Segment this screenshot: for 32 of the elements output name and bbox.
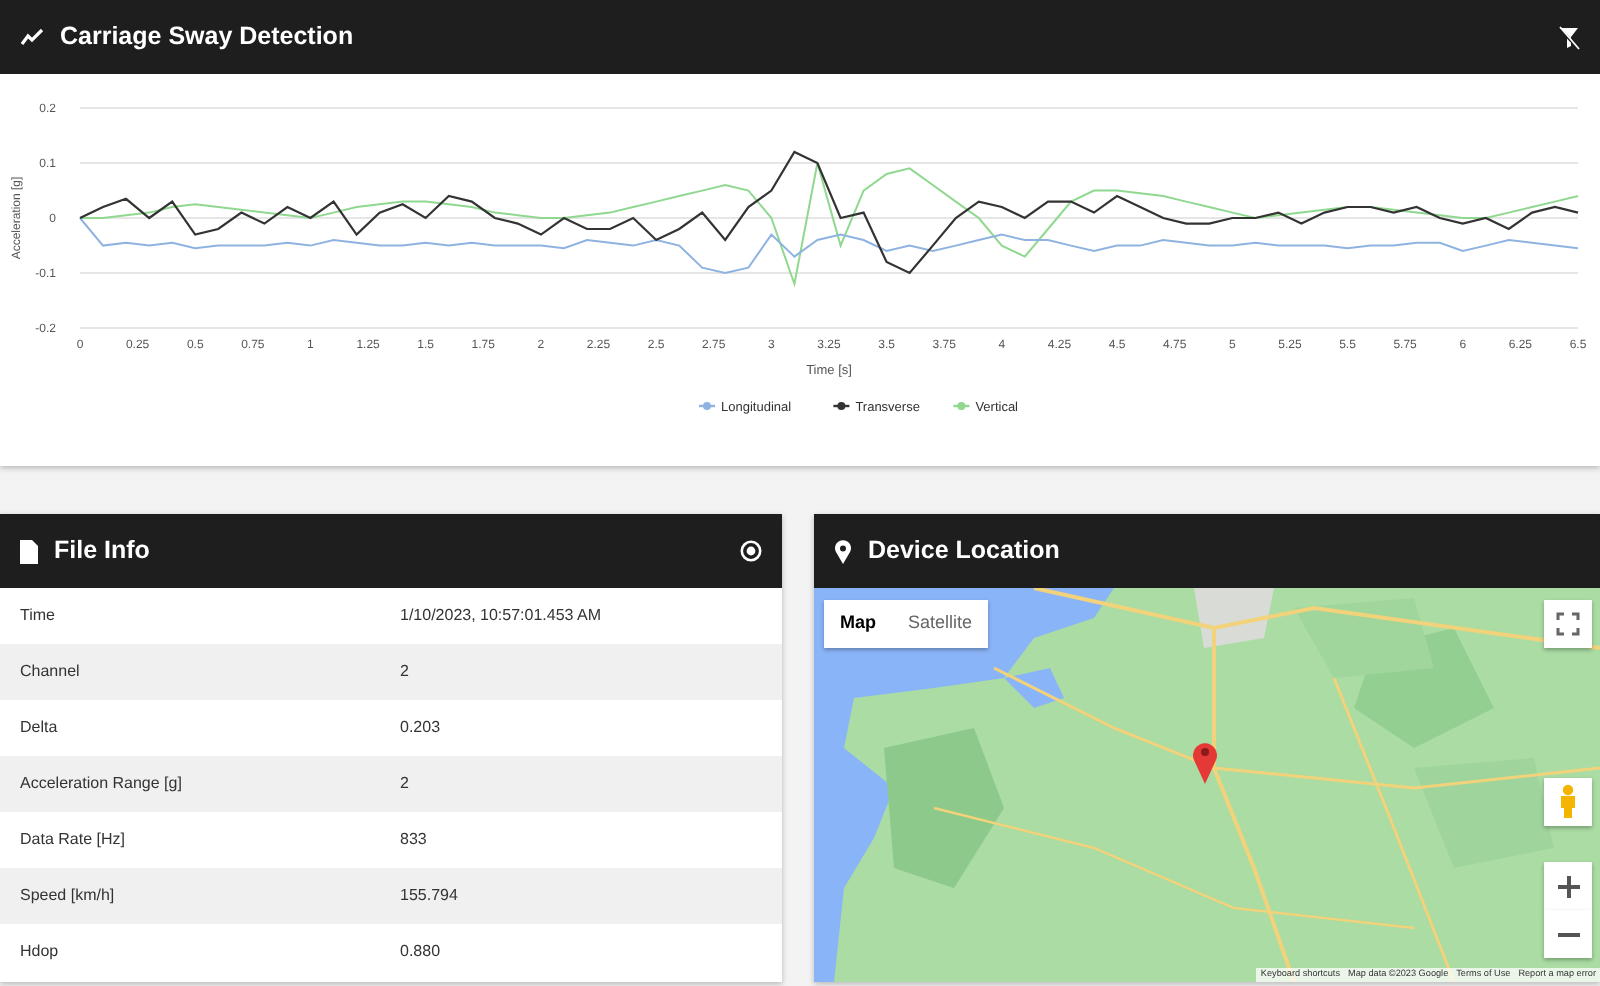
field-value: 0.203	[400, 716, 441, 740]
field-value: 1/10/2023, 10:57:01.453 AM	[400, 604, 602, 628]
fullscreen-button[interactable]	[1544, 600, 1592, 648]
plus-icon	[1557, 875, 1579, 897]
zoom-out-button[interactable]	[1544, 910, 1592, 958]
fullscreen-icon	[1556, 612, 1580, 636]
field-label: Hdop	[20, 940, 61, 964]
field-label: Delta	[20, 716, 60, 740]
map-pin-icon	[834, 539, 852, 563]
line-chart-icon	[20, 28, 44, 46]
field-value: 155.794	[400, 884, 458, 908]
record-icon[interactable]	[740, 540, 762, 562]
field-value: 2	[400, 660, 409, 684]
field-label: Channel	[20, 660, 82, 684]
file-icon	[20, 539, 38, 563]
panel-title: File Info	[54, 534, 150, 569]
field-value: 833	[400, 828, 427, 852]
panel-title: Device Location	[868, 534, 1060, 569]
field-value: 0.880	[400, 940, 441, 964]
field-label: Data Rate [Hz]	[20, 828, 127, 852]
field-value: 2	[400, 772, 409, 796]
field-label: Speed [km/h]	[20, 884, 117, 908]
minus-icon	[1557, 931, 1579, 937]
map-type-tab[interactable]: Map	[824, 600, 892, 647]
field-label: Time	[20, 604, 57, 628]
person-icon	[1558, 784, 1578, 820]
filter-off-icon[interactable]	[1558, 25, 1580, 49]
field-label: Acceleration Range [g]	[20, 772, 184, 796]
map-type-tab[interactable]: Satellite	[892, 600, 989, 647]
zoom-in-button[interactable]	[1544, 862, 1592, 910]
map-marker-icon[interactable]	[1192, 740, 1218, 784]
panel-title: Carriage Sway Detection	[60, 20, 354, 55]
